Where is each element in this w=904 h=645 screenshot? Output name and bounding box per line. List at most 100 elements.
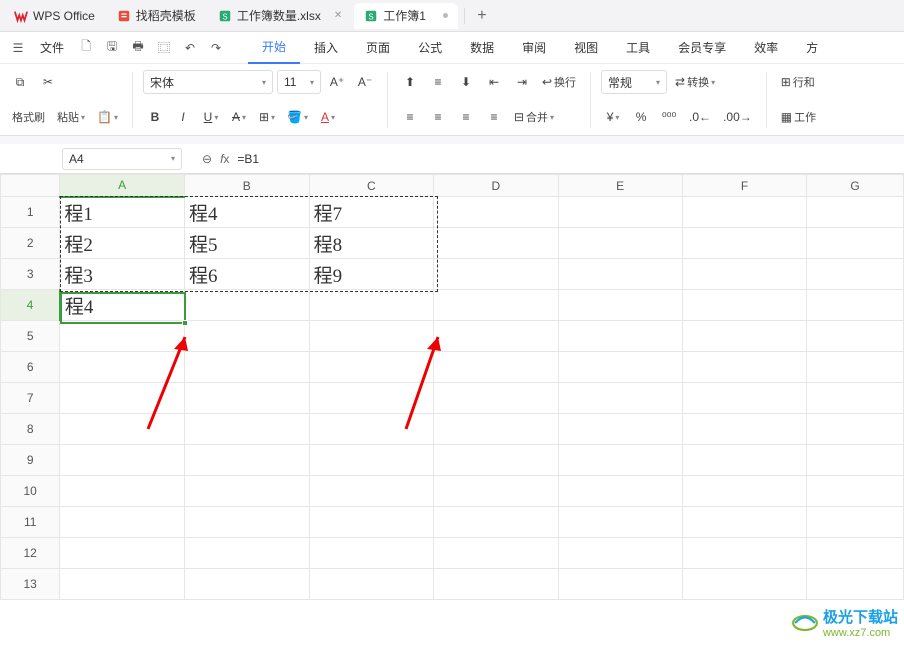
cell-G11[interactable] bbox=[807, 507, 904, 538]
cell-B12[interactable] bbox=[184, 538, 309, 569]
cell-B11[interactable] bbox=[184, 507, 309, 538]
tab-formula[interactable]: 公式 bbox=[404, 32, 456, 64]
cell-E11[interactable] bbox=[558, 507, 682, 538]
align-bottom-button[interactable]: ⬇ bbox=[454, 70, 478, 94]
cell-C13[interactable] bbox=[309, 569, 434, 600]
rows-cols-button[interactable]: ⊞行和 bbox=[777, 70, 819, 94]
align-right-button[interactable]: ≡ bbox=[454, 105, 478, 129]
tab-insert[interactable]: 插入 bbox=[300, 32, 352, 64]
cell-F9[interactable] bbox=[682, 445, 806, 476]
row-head-3[interactable]: 3 bbox=[1, 259, 60, 290]
col-head-C[interactable]: C bbox=[309, 175, 434, 197]
fx-button[interactable]: fx bbox=[220, 152, 229, 166]
cell-G8[interactable] bbox=[807, 414, 904, 445]
cell-G7[interactable] bbox=[807, 383, 904, 414]
align-center-button[interactable]: ≡ bbox=[426, 105, 450, 129]
cell-C1[interactable]: 程7 bbox=[309, 197, 434, 228]
cell-E7[interactable] bbox=[558, 383, 682, 414]
cell-D11[interactable] bbox=[434, 507, 558, 538]
cell-E8[interactable] bbox=[558, 414, 682, 445]
cell-D9[interactable] bbox=[434, 445, 558, 476]
font-size-select[interactable]: 11 ▾ bbox=[277, 70, 321, 94]
cell-C4[interactable] bbox=[309, 290, 434, 321]
clipboard-more-button[interactable]: 📋▾ bbox=[93, 105, 122, 129]
strikethrough-button[interactable]: A▾ bbox=[227, 105, 251, 129]
cell-E4[interactable] bbox=[558, 290, 682, 321]
merge-cells-button[interactable]: ⊟合并▾ bbox=[510, 105, 558, 129]
col-head-E[interactable]: E bbox=[558, 175, 682, 197]
indent-increase-button[interactable]: ⇥ bbox=[510, 70, 534, 94]
cell-B2[interactable]: 程5 bbox=[184, 228, 309, 259]
worksheet-button[interactable]: ▦工作 bbox=[777, 105, 820, 129]
cell-B7[interactable] bbox=[184, 383, 309, 414]
cell-E10[interactable] bbox=[558, 476, 682, 507]
cell-G2[interactable] bbox=[807, 228, 904, 259]
row-head-13[interactable]: 13 bbox=[1, 569, 60, 600]
cell-G5[interactable] bbox=[807, 321, 904, 352]
row-head-6[interactable]: 6 bbox=[1, 352, 60, 383]
cell-F7[interactable] bbox=[682, 383, 806, 414]
cell-E9[interactable] bbox=[558, 445, 682, 476]
cell-C6[interactable] bbox=[309, 352, 434, 383]
app-tab[interactable]: WPS Office bbox=[4, 3, 105, 29]
underline-button[interactable]: U▾ bbox=[199, 105, 223, 129]
align-left-button[interactable]: ≡ bbox=[398, 105, 422, 129]
tab-member[interactable]: 会员专享 bbox=[664, 32, 740, 64]
row-head-2[interactable]: 2 bbox=[1, 228, 60, 259]
cell-A1[interactable]: 程1 bbox=[60, 197, 185, 228]
cell-F1[interactable] bbox=[682, 197, 806, 228]
print-preview-button[interactable]: ⿴ bbox=[152, 36, 176, 60]
cell-F5[interactable] bbox=[682, 321, 806, 352]
cut-button[interactable]: ✂ bbox=[36, 70, 60, 94]
cell-A5[interactable] bbox=[60, 321, 185, 352]
format-painter-button[interactable]: 格式刷 bbox=[8, 105, 49, 129]
dec-decimal-button[interactable]: .0← bbox=[685, 105, 715, 129]
cell-G12[interactable] bbox=[807, 538, 904, 569]
cell-D10[interactable] bbox=[434, 476, 558, 507]
tab-page[interactable]: 页面 bbox=[352, 32, 404, 64]
cell-B3[interactable]: 程6 bbox=[184, 259, 309, 290]
thousands-button[interactable]: ⁰⁰⁰ bbox=[657, 105, 681, 129]
cell-C12[interactable] bbox=[309, 538, 434, 569]
percent-button[interactable]: % bbox=[629, 105, 653, 129]
align-middle-button[interactable]: ≡ bbox=[426, 70, 450, 94]
font-color-button[interactable]: A▾ bbox=[316, 105, 340, 129]
decrease-font-button[interactable]: A⁻ bbox=[353, 70, 377, 94]
tab-efficiency[interactable]: 效率 bbox=[740, 32, 792, 64]
undo-button[interactable]: ↶ bbox=[178, 36, 202, 60]
cell-G13[interactable] bbox=[807, 569, 904, 600]
col-head-A[interactable]: A bbox=[60, 175, 185, 197]
copy-button[interactable]: ⧉ bbox=[8, 70, 32, 94]
cell-F2[interactable] bbox=[682, 228, 806, 259]
cell-A10[interactable] bbox=[60, 476, 185, 507]
inc-decimal-button[interactable]: .00→ bbox=[719, 105, 756, 129]
increase-font-button[interactable]: A⁺ bbox=[325, 70, 349, 94]
cell-A11[interactable] bbox=[60, 507, 185, 538]
cell-E6[interactable] bbox=[558, 352, 682, 383]
cell-C2[interactable]: 程8 bbox=[309, 228, 434, 259]
italic-button[interactable]: I bbox=[171, 105, 195, 129]
cancel-formula-button[interactable]: ⊖ bbox=[202, 152, 212, 166]
new-tab-button[interactable]: + bbox=[469, 3, 495, 29]
row-head-1[interactable]: 1 bbox=[1, 197, 60, 228]
paste-button[interactable]: 粘贴▾ bbox=[53, 105, 89, 129]
cell-F6[interactable] bbox=[682, 352, 806, 383]
wrap-text-button[interactable]: ↩换行 bbox=[538, 70, 580, 94]
cell-B9[interactable] bbox=[184, 445, 309, 476]
cell-D6[interactable] bbox=[434, 352, 558, 383]
cell-A12[interactable] bbox=[60, 538, 185, 569]
row-head-10[interactable]: 10 bbox=[1, 476, 60, 507]
cell-E12[interactable] bbox=[558, 538, 682, 569]
cell-F12[interactable] bbox=[682, 538, 806, 569]
cell-E1[interactable] bbox=[558, 197, 682, 228]
cell-D13[interactable] bbox=[434, 569, 558, 600]
indent-decrease-button[interactable]: ⇤ bbox=[482, 70, 506, 94]
tab-templates[interactable]: 找稻壳模板 bbox=[107, 3, 206, 29]
cell-B13[interactable] bbox=[184, 569, 309, 600]
cell-B8[interactable] bbox=[184, 414, 309, 445]
col-head-B[interactable]: B bbox=[184, 175, 309, 197]
cell-A2[interactable]: 程2 bbox=[60, 228, 185, 259]
cell-C11[interactable] bbox=[309, 507, 434, 538]
number-format-select[interactable]: 常规 ▾ bbox=[601, 70, 667, 94]
close-icon[interactable]: ✕ bbox=[334, 10, 342, 21]
